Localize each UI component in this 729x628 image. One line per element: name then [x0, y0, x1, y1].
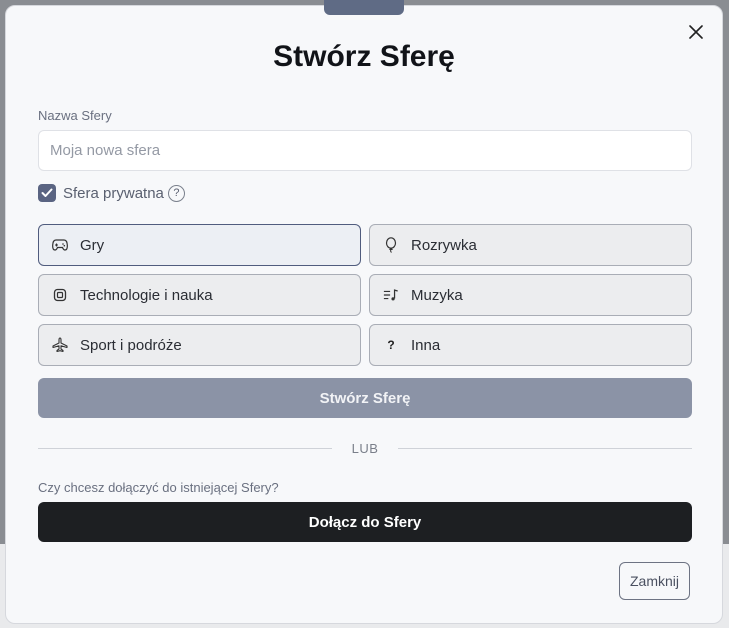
divider-line-right — [398, 447, 693, 449]
help-icon[interactable]: ? — [167, 184, 185, 202]
category-other-button[interactable]: ? Inna — [369, 324, 692, 366]
category-label: Rozrywka — [411, 236, 477, 254]
category-label: Gry — [80, 236, 105, 254]
close-button[interactable]: Zamknij — [618, 562, 690, 600]
balloon-icon — [383, 237, 399, 253]
category-label: Muzyka — [411, 286, 463, 304]
create-sphere-dialog: Stwórz Sferę Nazwa Sfery Sfera prywatna … — [5, 5, 723, 624]
sphere-name-input[interactable] — [38, 130, 692, 171]
divider-label: LUB — [351, 440, 379, 456]
category-games-button[interactable]: Gry — [38, 224, 361, 266]
category-label: Inna — [411, 336, 441, 354]
join-question-text: Czy chcesz dołączyć do istniejącej Sfery… — [38, 480, 279, 495]
close-icon[interactable] — [686, 22, 706, 42]
private-sphere-checkbox[interactable] — [38, 184, 56, 202]
private-sphere-row: Sfera prywatna ? — [38, 183, 185, 203]
join-sphere-button[interactable]: Dołącz do Sfery — [38, 502, 692, 542]
divider-line-left — [38, 447, 332, 449]
category-label: Sport i podróże — [80, 336, 182, 354]
chip-icon — [52, 287, 68, 303]
music-list-icon — [383, 287, 399, 303]
dialog-title: Stwórz Sferę — [273, 40, 455, 73]
private-sphere-label: Sfera prywatna — [63, 184, 164, 202]
sphere-name-label: Nazwa Sfery — [38, 108, 112, 123]
gamepad-icon — [52, 237, 68, 253]
category-entertainment-button[interactable]: Rozrywka — [369, 224, 692, 266]
category-tech-science-button[interactable]: Technologie i nauka — [38, 274, 361, 316]
category-grid: Gry Rozrywka Technologie i nauka Muzyka … — [38, 224, 692, 366]
plane-icon — [52, 337, 68, 353]
category-label: Technologie i nauka — [80, 286, 213, 304]
category-music-button[interactable]: Muzyka — [369, 274, 692, 316]
or-divider: LUB — [38, 438, 693, 458]
question-icon: ? — [387, 338, 395, 352]
category-sport-travel-button[interactable]: Sport i podróże — [38, 324, 361, 366]
create-sphere-button[interactable]: Stwórz Sferę — [38, 378, 692, 418]
backdrop-tab — [324, 0, 404, 15]
